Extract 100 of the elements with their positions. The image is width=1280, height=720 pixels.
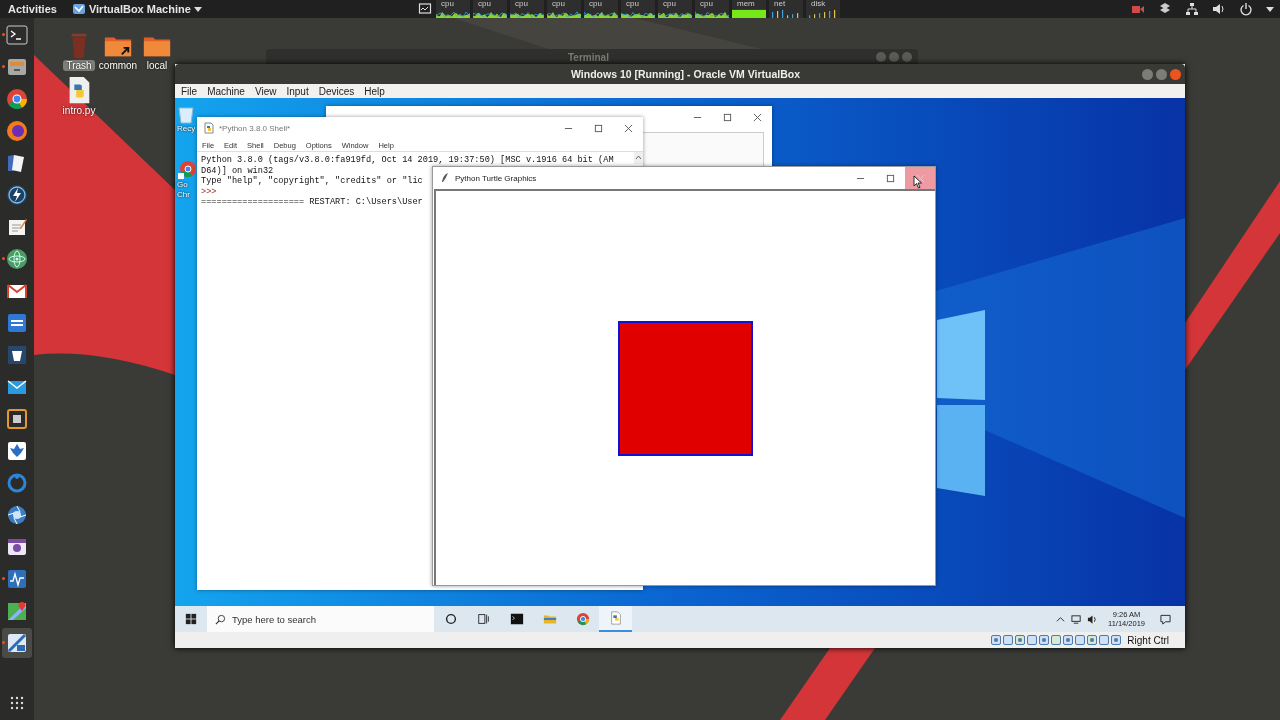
atom-icon <box>6 248 28 270</box>
close-icon <box>623 123 633 133</box>
console-line: Type "help", "copyright", "credits" or "lic <box>201 176 423 187</box>
app-menu[interactable]: VirtualBox Machine <box>71 2 202 16</box>
map-pin-icon <box>6 600 28 622</box>
device-icon[interactable] <box>1111 635 1122 645</box>
device-icon[interactable] <box>1015 635 1026 645</box>
activities-button[interactable]: Activities <box>0 3 65 15</box>
monitor-label: mem <box>736 0 756 8</box>
running-dot <box>2 641 5 644</box>
board-icon <box>6 408 28 430</box>
menu-item[interactable]: Help <box>364 85 385 97</box>
monitor-label: cpu <box>477 0 492 8</box>
terminal-icon <box>6 24 28 46</box>
caret-icon <box>193 6 202 12</box>
browser-icon <box>575 612 590 626</box>
device-icon[interactable] <box>1027 635 1038 645</box>
menu-item[interactable]: Devices <box>318 85 355 97</box>
running-dot <box>2 577 5 580</box>
network-icon[interactable] <box>1185 2 1199 16</box>
pulse-icon <box>6 568 28 590</box>
volume-icon[interactable] <box>1087 613 1098 625</box>
load-graph <box>436 9 470 18</box>
aperture-icon <box>6 504 28 526</box>
console-line: ==================== RESTART: C:\Users\User <box>201 197 423 208</box>
close-icon <box>752 112 762 122</box>
menu-item[interactable]: Machine <box>207 85 245 97</box>
lightning-icon <box>6 184 28 206</box>
notepad-icon <box>6 216 28 238</box>
monitor-label: disk <box>810 0 827 8</box>
usage-bar <box>732 9 766 18</box>
monitor-label: cpu <box>662 0 677 8</box>
console-line: Python 3.8.0 (tags/v3.8.0:fa919fd, Oct 14 2019, 19:37:50) [MSC v.1916 64 bit (AM <box>201 155 614 166</box>
feather-icon <box>439 172 451 184</box>
leaf-icon <box>6 440 28 462</box>
icon-label: Chr <box>177 190 190 200</box>
menu-item[interactable]: Input <box>286 85 309 97</box>
load-graph <box>473 9 507 18</box>
network-icon[interactable] <box>1071 613 1082 625</box>
device-icon[interactable] <box>1063 635 1074 645</box>
icon-label: Recy <box>177 124 196 134</box>
terminal-icon <box>509 612 524 626</box>
drawer-icon <box>6 56 28 78</box>
camera-icon <box>6 536 28 558</box>
volume-icon[interactable] <box>1212 2 1226 16</box>
box-icon[interactable] <box>1158 2 1172 16</box>
minimize-button[interactable] <box>1142 68 1153 80</box>
icon-label: Trash <box>63 60 95 71</box>
app-grid-icon[interactable] <box>10 696 24 710</box>
load-graph <box>695 9 729 18</box>
monitor-label: cpu <box>440 0 455 8</box>
close-button[interactable] <box>1170 68 1181 80</box>
console-line: >>> <box>201 186 217 197</box>
window-title: Terminal <box>568 51 610 63</box>
device-icon[interactable] <box>1051 635 1062 645</box>
maximize-icon <box>885 173 895 183</box>
load-graph <box>658 9 692 18</box>
device-icon[interactable] <box>1087 635 1098 645</box>
python-file-icon <box>203 122 215 134</box>
load-graph <box>547 9 581 18</box>
maximize-icon <box>593 123 603 133</box>
notification-icon[interactable] <box>1160 613 1171 625</box>
bucket-icon <box>6 344 28 366</box>
window-title: Python Turtle Graphics <box>455 173 537 183</box>
icon-label: local <box>145 60 169 71</box>
power-icon[interactable] <box>1239 2 1253 16</box>
circle-icon <box>443 612 458 626</box>
monitor-label: cpu <box>699 0 714 8</box>
windows-start-icon[interactable] <box>185 613 197 625</box>
monitor-icon[interactable] <box>418 2 432 16</box>
running-dot <box>2 33 5 36</box>
python-file-icon <box>608 611 623 625</box>
device-icon[interactable] <box>1099 635 1110 645</box>
caret-icon[interactable] <box>1266 6 1274 12</box>
globe-icon <box>6 120 28 142</box>
monitor-label: cpu <box>551 0 566 8</box>
host-key-label: Right Ctrl <box>1127 634 1169 646</box>
window-title: *Python 3.8.0 Shell* <box>219 123 291 133</box>
cube-icon <box>6 632 28 654</box>
window-title: Windows 10 [Running] - Oracle VM VirtualBox <box>571 68 801 80</box>
menu-item[interactable]: File <box>181 85 198 97</box>
monitor-label: cpu <box>588 0 603 8</box>
maximize-button[interactable] <box>1156 68 1167 80</box>
task-view-icon <box>476 612 491 626</box>
menu-item[interactable]: View <box>254 85 277 97</box>
running-dot <box>2 65 5 68</box>
scroll-up-button[interactable] <box>634 152 643 164</box>
search-field[interactable]: Type here to search <box>207 606 434 632</box>
search-icon <box>215 613 226 625</box>
monitor-label: cpu <box>514 0 529 8</box>
dock-item[interactable] <box>2 628 32 658</box>
device-icon[interactable] <box>1003 635 1014 645</box>
device-icon[interactable] <box>991 635 1002 645</box>
browser-icon[interactable] <box>177 160 195 180</box>
calendar-icon <box>6 312 28 334</box>
cube-icon <box>71 2 86 16</box>
device-icon[interactable] <box>1075 635 1086 645</box>
close-icon <box>915 173 925 183</box>
device-icon[interactable] <box>1039 635 1050 645</box>
maximize-icon <box>722 112 732 122</box>
